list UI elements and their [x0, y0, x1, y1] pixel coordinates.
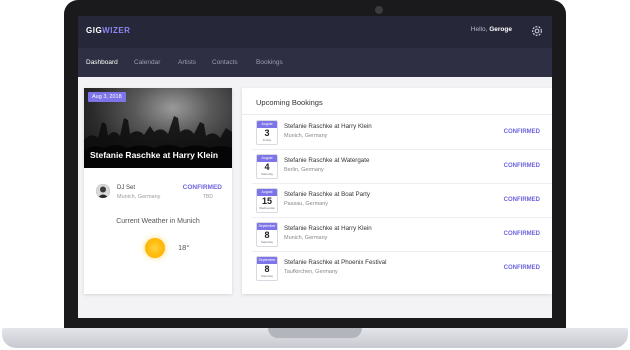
nav-calendar[interactable]: Calendar [134, 59, 160, 66]
user-greeting: Hello, Geroge [471, 26, 512, 33]
booking-row[interactable]: September 8 Saturday Stefanie Raschke at… [242, 252, 552, 286]
booking-month: September [257, 223, 277, 230]
event-set-type: DJ Set [117, 185, 136, 191]
booking-title[interactable]: Stefanie Raschke at Phoenix Festival [284, 259, 387, 266]
booking-location: Passau, Germany [284, 201, 329, 207]
booking-status: CONFIRMED [503, 197, 540, 203]
booking-row[interactable]: August 4 Saturday Stefanie Raschke at Wa… [242, 150, 552, 184]
app-logo[interactable]: GIGWIZER [86, 26, 130, 35]
booking-status: CONFIRMED [503, 129, 540, 135]
calendar-date-icon: August 4 Saturday [256, 154, 278, 179]
avatar-image [96, 184, 110, 198]
booking-title[interactable]: Stefanie Raschke at Boat Party [284, 191, 370, 198]
main-nav: Dashboard Calendar Artists Contacts Book… [78, 48, 552, 77]
event-title[interactable]: Stefanie Raschke at Harry Klein [90, 150, 218, 160]
booking-title[interactable]: Stefanie Raschke at Harry Klein [284, 123, 372, 130]
event-status-sub: TBD [203, 194, 213, 200]
booking-title[interactable]: Stefanie Raschke at Harry Klein [284, 225, 372, 232]
nav-artists[interactable]: Artists [178, 59, 196, 66]
booking-status: CONFIRMED [503, 231, 540, 237]
booking-weekday: Saturday [260, 274, 273, 278]
booking-row[interactable]: September 8 Saturday Stefanie Raschke at… [242, 218, 552, 252]
sun-icon [145, 238, 165, 258]
booking-row[interactable]: August 3 Friday Stefanie Raschke at Harr… [242, 116, 552, 150]
divider [242, 114, 552, 115]
event-date-badge: Aug 3, 2018 [88, 92, 126, 102]
calendar-date-icon: September 8 Saturday [256, 222, 278, 247]
booking-month: September [257, 257, 277, 264]
featured-event-card[interactable]: Aug 3, 2018 Stefanie Raschke at Harry Kl… [84, 88, 232, 294]
booking-month: August [257, 121, 277, 128]
weather-title: Current Weather in Munich [116, 218, 200, 225]
booking-day: 4 [264, 162, 270, 172]
booking-title[interactable]: Stefanie Raschke at Watergate [284, 157, 369, 164]
logo-primary: GIG [86, 26, 103, 35]
nav-contacts[interactable]: Contacts [212, 59, 238, 66]
calendar-date-icon: August 3 Friday [256, 120, 278, 145]
temperature: 18° [178, 243, 190, 252]
top-bar: GIGWIZER Hello, Geroge [78, 16, 552, 48]
booking-weekday: Wednesday [259, 206, 275, 210]
booking-weekday: Saturday [260, 172, 273, 176]
booking-day: 15 [261, 196, 272, 206]
laptop-notch [268, 328, 362, 338]
booking-month: August [257, 189, 277, 196]
booking-day: 8 [264, 264, 270, 274]
logo-accent: WIZER [102, 26, 131, 35]
user-name[interactable]: Geroge [489, 26, 512, 33]
calendar-date-icon: August 15 Wednesday [256, 188, 278, 213]
booking-month: August [257, 155, 277, 162]
bookings-title: Upcoming Bookings [256, 98, 323, 107]
booking-weekday: Friday [262, 138, 272, 142]
booking-day: 3 [264, 128, 270, 138]
booking-location: Berlin, Germany [284, 167, 324, 173]
booking-location: Munich, Germany [284, 133, 328, 139]
greeting-text: Hello, [470, 26, 488, 33]
booking-status: CONFIRMED [503, 163, 540, 169]
app-screen: GIGWIZER Hello, Geroge Dashboard Calenda… [78, 16, 552, 318]
event-status: CONFIRMED [182, 184, 222, 191]
nav-dashboard[interactable]: Dashboard [86, 59, 118, 66]
booking-location: Munich, Germany [284, 235, 328, 241]
booking-status: CONFIRMED [503, 265, 540, 271]
nav-bookings[interactable]: Bookings [256, 59, 283, 66]
event-hero-image: Aug 3, 2018 Stefanie Raschke at Harry Kl… [84, 88, 232, 168]
booking-day: 8 [264, 230, 270, 240]
booking-row[interactable]: August 15 Wednesday Stefanie Raschke at … [242, 184, 552, 218]
calendar-date-icon: September 8 Saturday [256, 256, 278, 281]
booking-weekday: Saturday [260, 240, 273, 244]
event-location: Munich, Germany [117, 194, 161, 200]
camera-icon [375, 6, 383, 14]
booking-location: Taufkirchen, Germany [284, 269, 338, 275]
artist-avatar[interactable] [96, 184, 110, 198]
gear-icon[interactable] [530, 24, 544, 38]
upcoming-bookings-panel: Upcoming Bookings August 3 Friday Stefan… [242, 88, 552, 294]
